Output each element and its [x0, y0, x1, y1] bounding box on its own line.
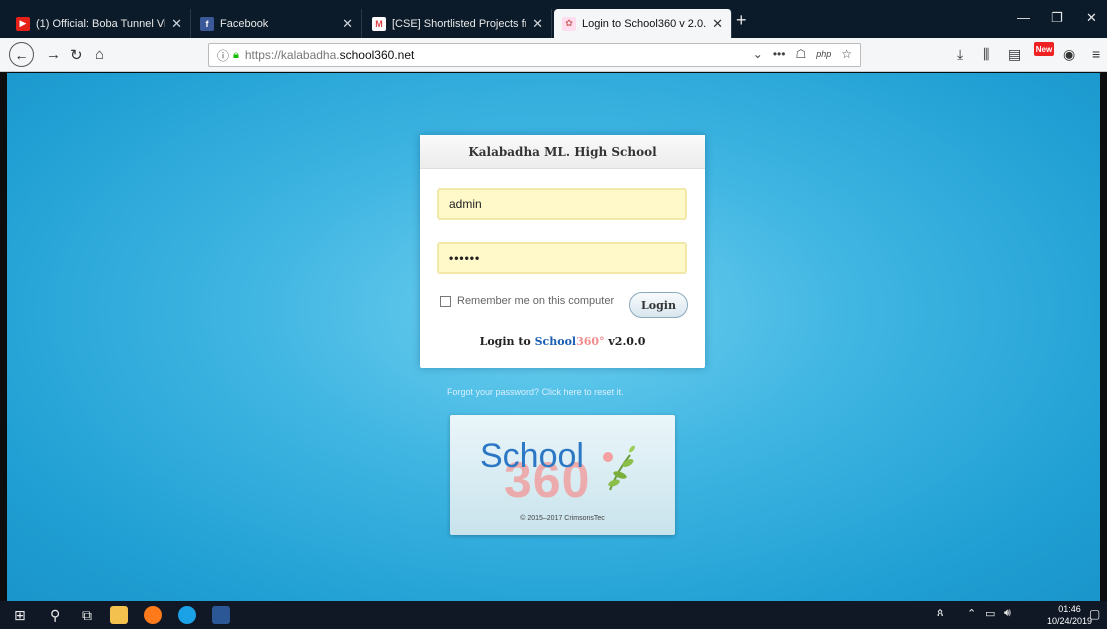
chevron-up-icon[interactable]: ⌃	[967, 607, 976, 620]
windows-start-icon[interactable]: ⊞	[14, 607, 26, 624]
reload-icon[interactable]: ↻	[70, 46, 83, 64]
page-background: Kalabadha ML. High School admin •••••• R…	[7, 73, 1100, 601]
library-icon[interactable]: ⫼	[983, 46, 989, 63]
skype-icon[interactable]	[178, 606, 196, 624]
close-icon[interactable]: ✕	[171, 16, 182, 32]
clock[interactable]: 01:46 10/24/2019	[1047, 603, 1092, 627]
tab-title: Facebook	[220, 17, 269, 30]
tab-bar: ▶ (1) Official: Boba Tunnel Video ✕ f Fa…	[0, 0, 1107, 38]
home-icon[interactable]: ⌂	[95, 46, 104, 63]
firefox-icon[interactable]	[144, 606, 162, 624]
clock-date: 10/24/2019	[1047, 616, 1093, 626]
remember-label: Remember me on this computer	[457, 295, 615, 307]
tab-facebook[interactable]: f Facebook ✕	[192, 9, 362, 38]
remember-me[interactable]: Remember me on this computer	[440, 295, 614, 307]
remember-checkbox[interactable]	[440, 295, 451, 307]
search-icon[interactable]: ⚲	[50, 607, 60, 624]
tab-school360[interactable]: ✿ Login to School360 v 2.0.0 ✕	[554, 9, 732, 38]
url-text: https://kalabadha.school360.net	[244, 48, 415, 62]
gmail-icon: M	[372, 16, 386, 31]
file-explorer-icon[interactable]	[110, 606, 128, 624]
back-arrow-icon[interactable]: ←	[9, 42, 34, 67]
tab-title: [CSE] Shortlisted Projects from	[392, 17, 526, 30]
account-icon[interactable]: ◉	[1063, 46, 1075, 63]
new-badge-icon[interactable]: New	[1034, 42, 1054, 56]
download-icon[interactable]: ⤓	[957, 46, 963, 63]
sidebar-icon[interactable]: ▤	[1008, 46, 1021, 63]
logo-school: School	[480, 437, 584, 475]
notification-icon[interactable]: ▢	[1089, 607, 1100, 621]
forgot-text: Forgot your password?	[447, 387, 540, 397]
youtube-icon: ▶	[16, 16, 30, 31]
clock-time: 01:46	[1058, 604, 1081, 614]
restore-icon[interactable]: ❐	[1051, 10, 1063, 26]
reset-link[interactable]: Click here to reset it.	[542, 387, 624, 397]
tab-title: (1) Official: Boba Tunnel Video	[36, 17, 165, 30]
minimize-icon[interactable]: —	[1017, 10, 1030, 25]
leaf-icon	[603, 445, 635, 491]
pocket-icon[interactable]: ☖	[795, 47, 806, 61]
close-icon[interactable]: ✕	[532, 16, 543, 32]
school360-logo: 360 School © 2015–2017 CrimsonsTec	[450, 415, 675, 535]
lock-icon: 🔒︎	[233, 48, 239, 61]
chevron-down-icon[interactable]: ⌄	[753, 47, 763, 61]
new-tab-icon[interactable]: +	[736, 10, 747, 31]
login-button[interactable]: Login	[629, 292, 688, 318]
network-icon[interactable]: ▭	[985, 607, 995, 620]
navigation-bar: ← → ↻ ⌂ ⓘ 🔒︎ https://kalabadha.school360…	[0, 38, 1107, 72]
username-input[interactable]: admin	[437, 188, 687, 220]
more-icon[interactable]: •••	[773, 47, 786, 61]
close-icon[interactable]: ✕	[712, 16, 723, 32]
people-icon[interactable]: ጰ	[937, 607, 944, 620]
password-input[interactable]: ••••••	[437, 242, 687, 274]
forgot-password: Forgot your password? Click here to rese…	[447, 387, 624, 397]
login-card: Kalabadha ML. High School admin •••••• R…	[420, 135, 705, 368]
window-close-icon[interactable]: ✕	[1086, 10, 1097, 26]
logo-copyright: © 2015–2017 CrimsonsTec	[520, 515, 605, 522]
bookmark-star-icon[interactable]: ☆	[841, 47, 852, 61]
school-name: Kalabadha ML. High School	[420, 135, 705, 169]
close-icon[interactable]: ✕	[342, 16, 353, 32]
forward-arrow-icon[interactable]: →	[46, 46, 61, 63]
tab-title: Login to School360 v 2.0.0	[582, 17, 707, 30]
php-icon[interactable]: php	[816, 49, 831, 59]
school360-icon: ✿	[562, 16, 576, 31]
address-bar[interactable]: ⓘ 🔒︎ https://kalabadha.school360.net ⌄ •…	[208, 43, 861, 67]
taskbar: ⊞ ⚲ ⧉ ጰ ⌃ ▭ 🔊︎ 01:46 10/24/2019 ▢	[0, 601, 1107, 629]
word-icon[interactable]	[212, 606, 230, 624]
facebook-icon: f	[200, 16, 214, 31]
menu-icon[interactable]: ≡	[1092, 46, 1100, 62]
volume-icon[interactable]: 🔊︎	[1004, 607, 1011, 620]
task-view-icon[interactable]: ⧉	[82, 607, 92, 624]
url-actions: ⌄ ••• ☖ php ☆	[753, 47, 852, 61]
info-icon[interactable]: ⓘ	[217, 47, 229, 64]
tab-youtube[interactable]: ▶ (1) Official: Boba Tunnel Video ✕	[8, 9, 191, 38]
login-footer: Login to School360° v2.0.0	[479, 335, 646, 348]
tab-gmail[interactable]: M [CSE] Shortlisted Projects from ✕	[364, 9, 552, 38]
